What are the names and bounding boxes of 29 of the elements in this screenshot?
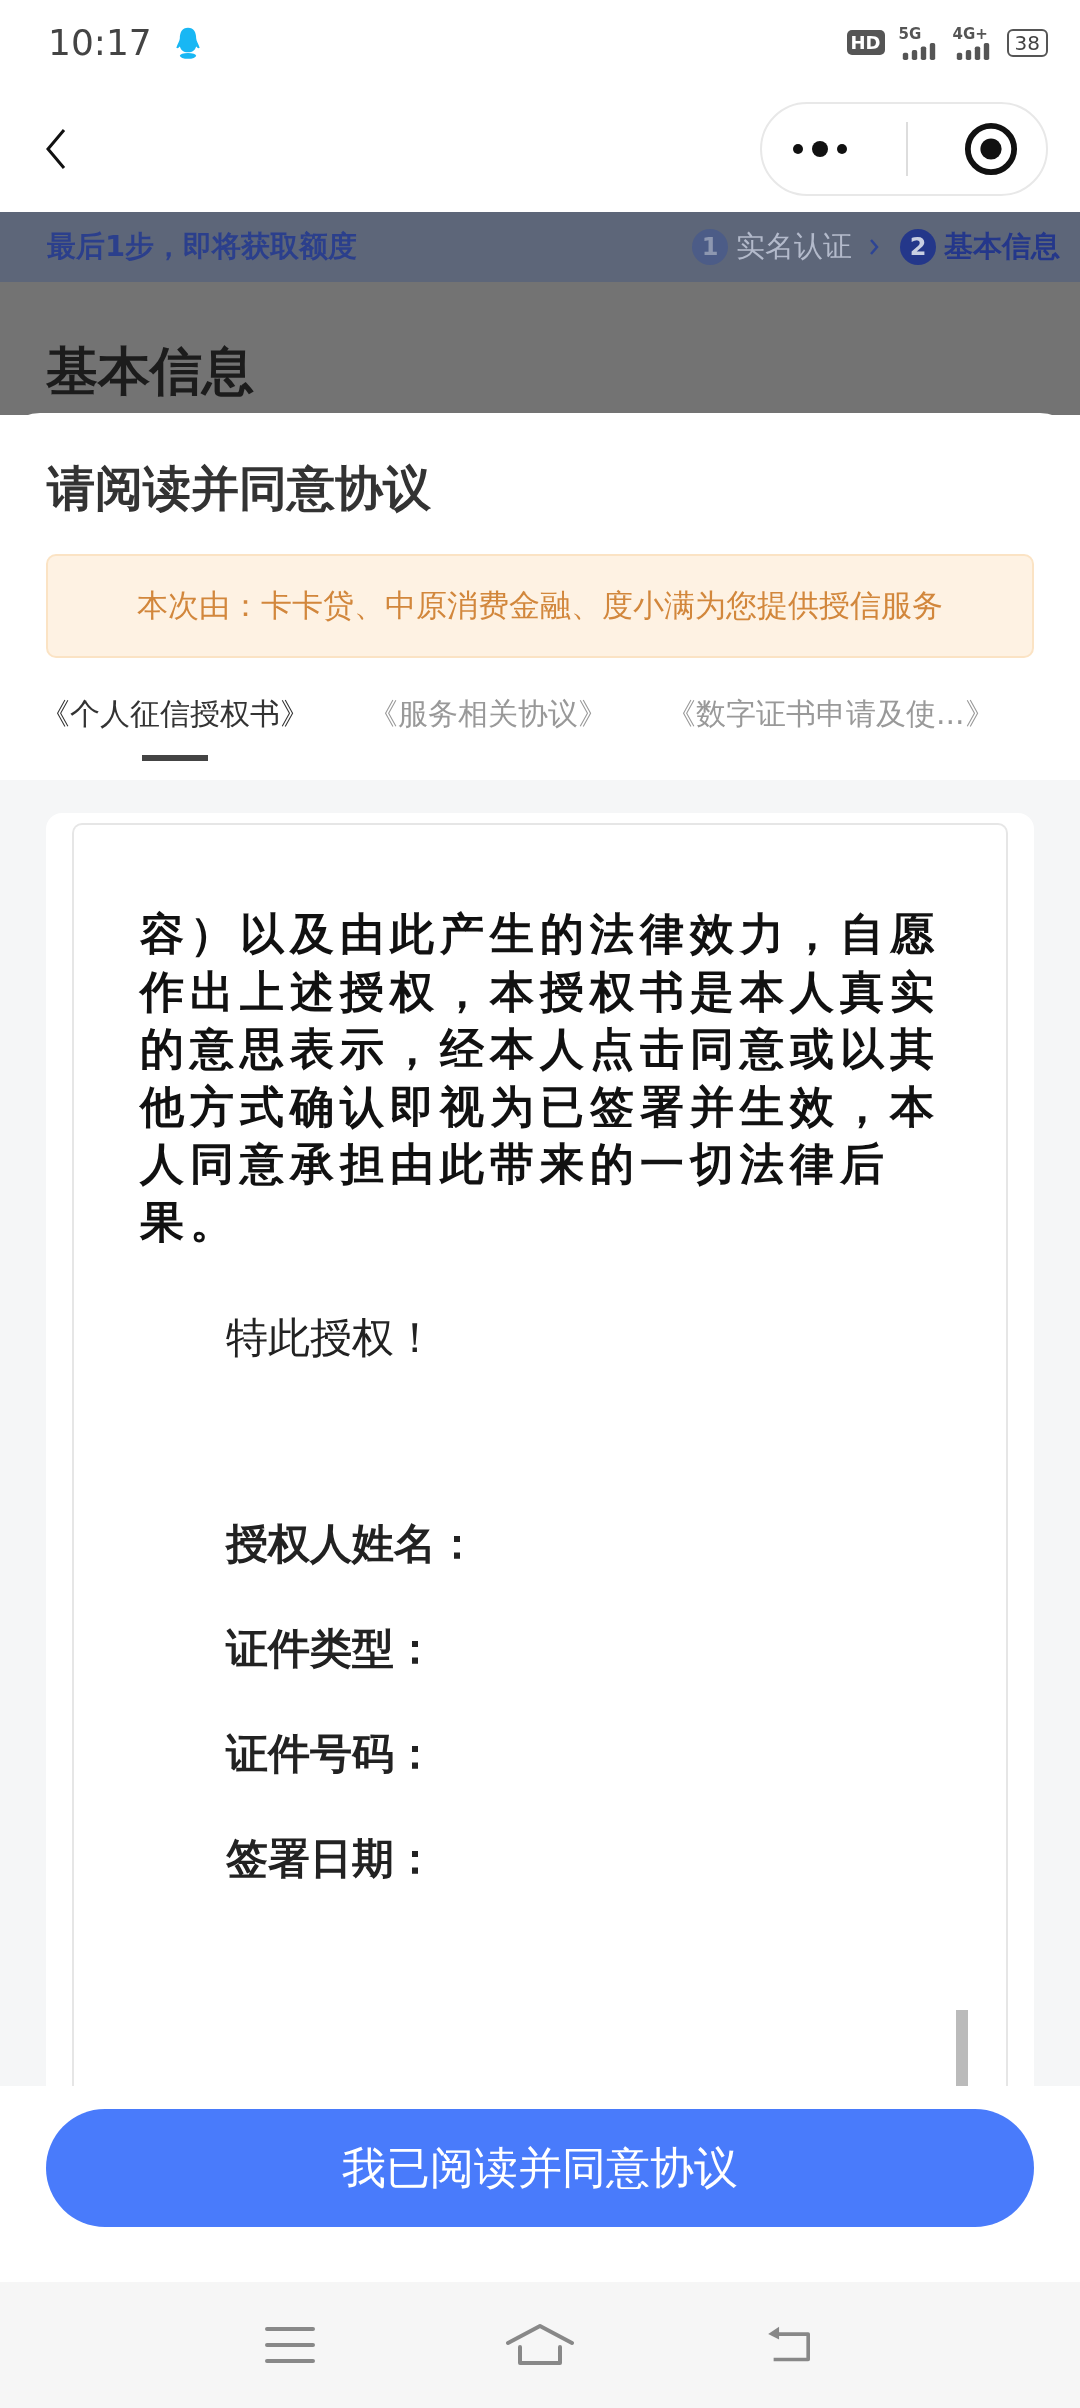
agreement-tab[interactable]: 《服务相关协议》 xyxy=(368,694,608,761)
chevron-icon xyxy=(868,237,880,257)
closing-line: 特此授权！ xyxy=(226,1312,437,1364)
hd-indicator: HD xyxy=(846,30,885,55)
step-number: 2 xyxy=(900,229,936,265)
home-icon[interactable] xyxy=(505,2323,575,2367)
signature-field-label: 证件类型： xyxy=(226,1623,436,1675)
menu-icon[interactable] xyxy=(265,2325,315,2365)
signature-field-label: 签署日期： xyxy=(226,1833,436,1885)
step-label: 实名认证 xyxy=(736,228,852,265)
penguin-icon xyxy=(173,25,202,60)
network-label: 4G+ xyxy=(952,25,988,42)
target-icon[interactable] xyxy=(964,121,1018,176)
agreement-tab[interactable]: 《数字证书申请及使...》 xyxy=(666,694,995,761)
signature-field-label: 证件号码： xyxy=(226,1728,436,1780)
sheet-title: 请阅读并同意协议 xyxy=(45,459,432,518)
provider-notice: 本次由：卡卡贷、中原消费金融、度小满为您提供授信服务 xyxy=(46,554,1034,658)
page-heading: 基本信息 xyxy=(46,340,254,402)
battery-indicator: 38 xyxy=(1006,28,1048,57)
agree-button[interactable]: 我已阅读并同意协议 xyxy=(46,2109,1034,2227)
more-icon[interactable] xyxy=(790,138,850,159)
document-paragraph: 容）以及由此产生的法律效力，自愿作出上述授权，本授权书是本人真实的意思表示，经本人点击同意或以其他方式确认即视为已签署并生效，本人同意承担由此带来的一切法律后果。 xyxy=(140,907,941,1249)
step-number: 1 xyxy=(692,229,728,265)
signature-field-label: 授权人姓名： xyxy=(226,1518,478,1570)
back-icon[interactable] xyxy=(44,126,68,171)
network-label: 5G xyxy=(898,25,922,42)
agreement-tab[interactable]: 《个人征信授权书》 xyxy=(40,694,310,761)
status-time: 10:17 xyxy=(48,22,152,63)
step-label: 基本信息 xyxy=(944,228,1060,265)
